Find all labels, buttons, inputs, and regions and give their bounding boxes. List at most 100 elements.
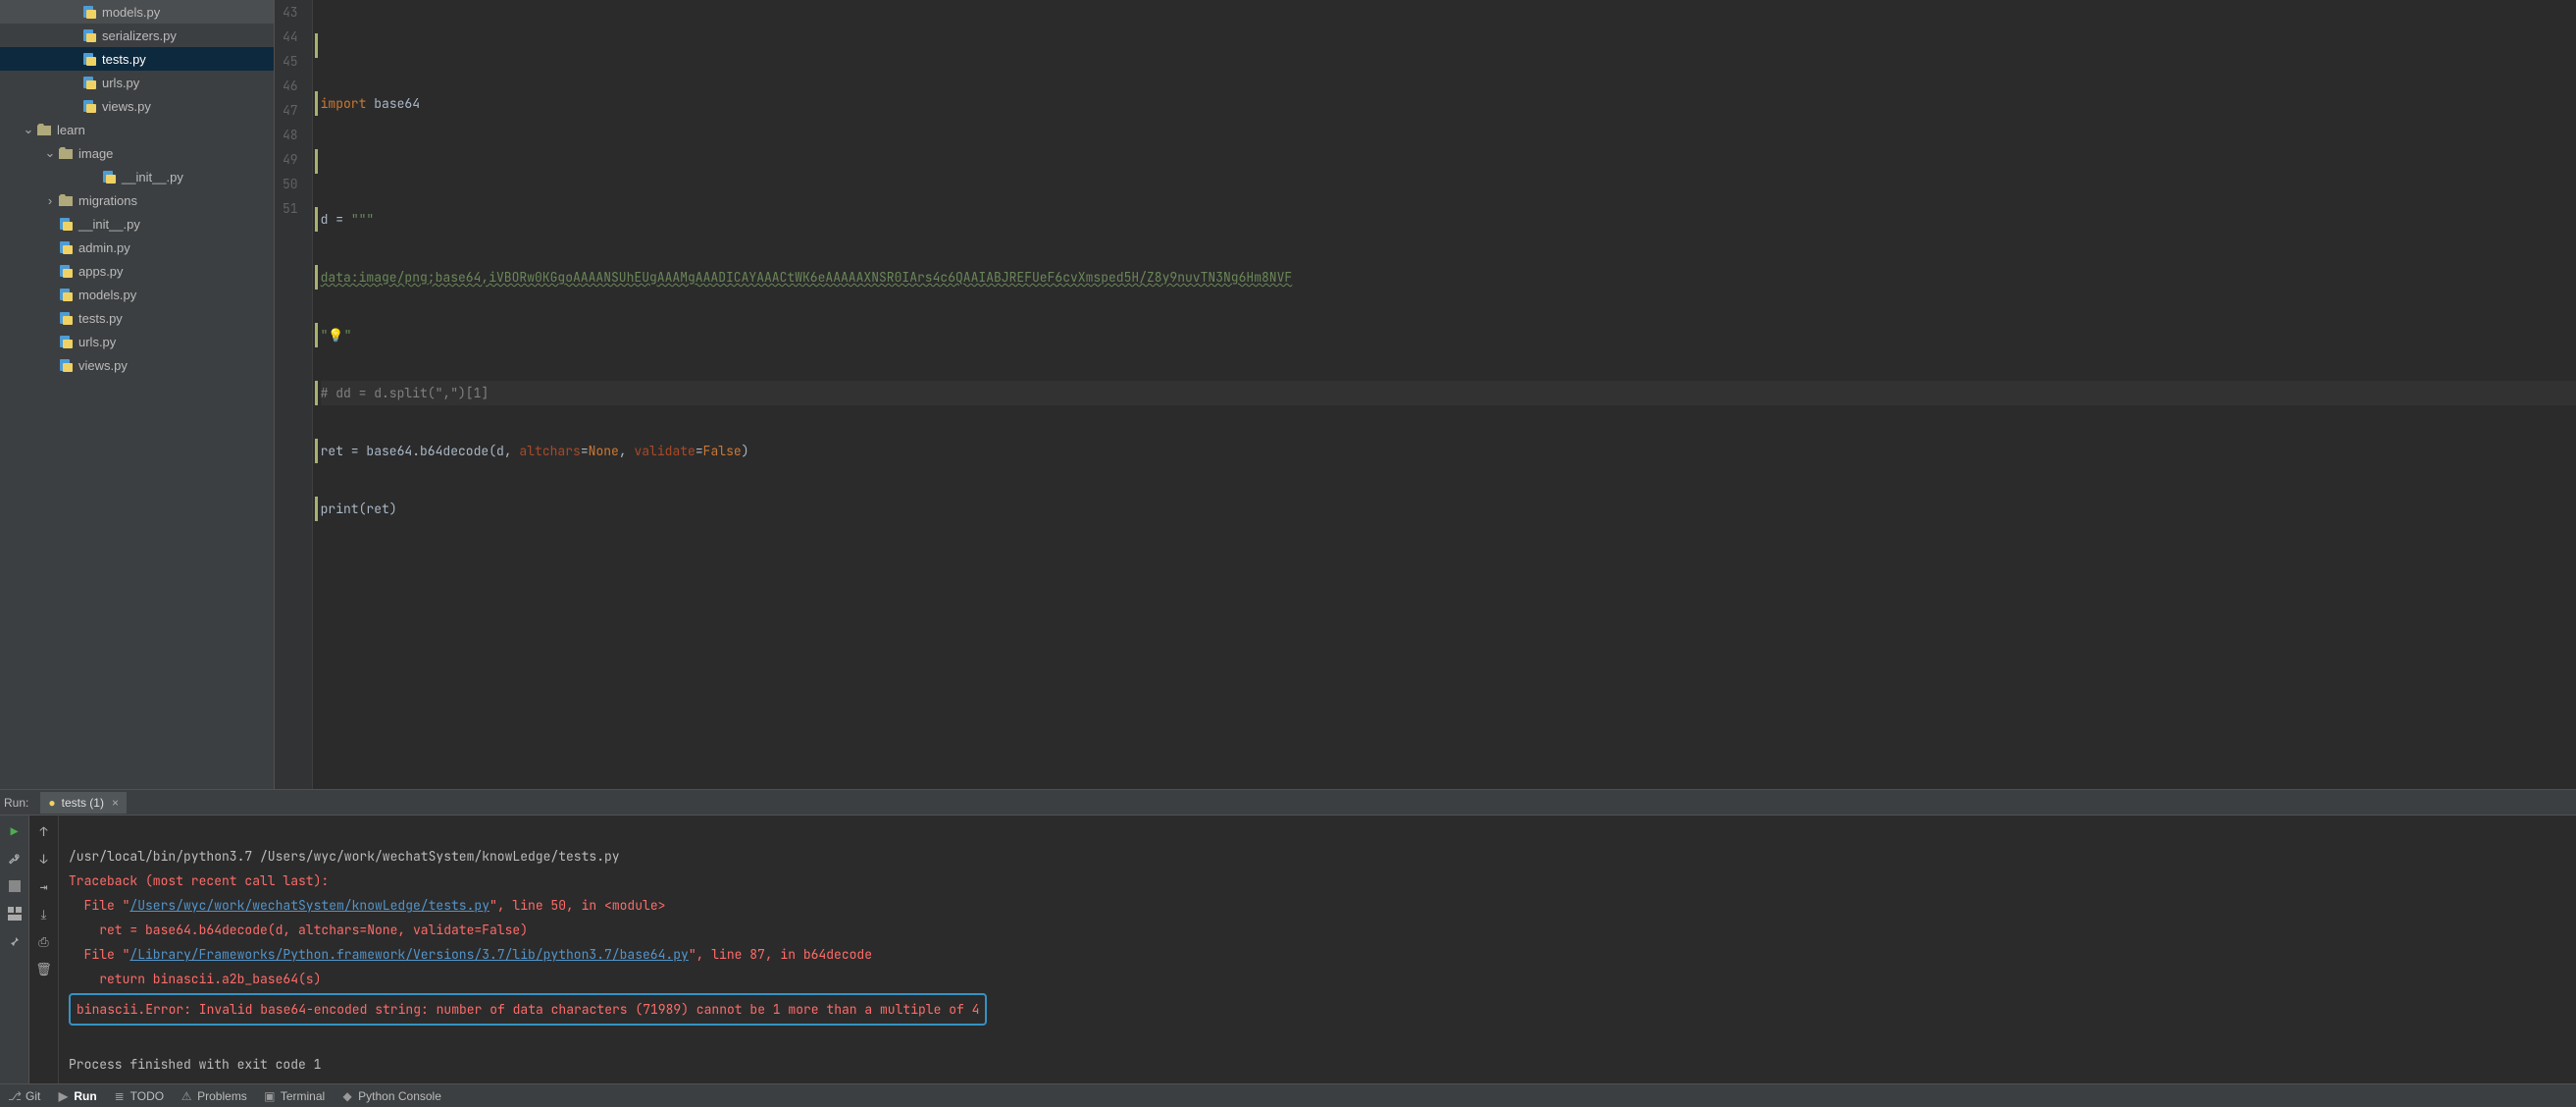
python-file-icon bbox=[57, 240, 75, 254]
list-icon: ≣ bbox=[113, 1089, 127, 1103]
tree-file[interactable]: views.py bbox=[0, 94, 274, 118]
main-split: models.py serializers.py tests.py urls.py vi… bbox=[0, 0, 2576, 789]
tree-folder[interactable]: ›migrations bbox=[0, 188, 274, 212]
tree-file[interactable]: tests.py bbox=[0, 306, 274, 330]
tree-file[interactable]: serializers.py bbox=[0, 24, 274, 47]
down-icon[interactable]: ↓ bbox=[34, 849, 54, 869]
tree-item-label: serializers.py bbox=[102, 28, 177, 43]
tree-item-label: __init__.py bbox=[78, 217, 140, 232]
terminal-tool-button[interactable]: ▣Terminal bbox=[263, 1089, 325, 1103]
line-number: 43 bbox=[283, 0, 298, 25]
tree-file[interactable]: models.py bbox=[0, 283, 274, 306]
python-file-icon bbox=[57, 335, 75, 348]
play-icon: ▶ bbox=[56, 1089, 70, 1103]
tree-file[interactable]: urls.py bbox=[0, 330, 274, 353]
tree-file[interactable]: models.py bbox=[0, 0, 274, 24]
tree-file[interactable]: apps.py bbox=[0, 259, 274, 283]
todo-tool-button[interactable]: ≣TODO bbox=[113, 1089, 164, 1103]
pin-icon[interactable] bbox=[5, 931, 25, 951]
layout-icon[interactable] bbox=[5, 904, 25, 923]
tree-file[interactable]: __init__.py bbox=[0, 165, 274, 188]
folder-icon bbox=[57, 194, 75, 206]
run-tab[interactable]: ● tests (1) × bbox=[40, 792, 127, 814]
code-line bbox=[321, 149, 2576, 174]
error-highlight: binascii.Error: Invalid base64-encoded s… bbox=[69, 993, 987, 1026]
code-editor[interactable]: 434445464748495051 import base64 d = """… bbox=[275, 0, 2576, 789]
run-tool-button[interactable]: ▶Run bbox=[56, 1089, 96, 1103]
tree-item-label: tests.py bbox=[102, 52, 146, 67]
line-number: 50 bbox=[283, 172, 298, 196]
tree-file[interactable]: tests.py bbox=[0, 47, 274, 71]
up-icon[interactable]: ↑ bbox=[34, 821, 54, 841]
stop-icon[interactable] bbox=[5, 876, 25, 896]
tree-item-label: admin.py bbox=[78, 240, 130, 255]
gutter: 434445464748495051 bbox=[275, 0, 313, 789]
python-file-icon bbox=[80, 28, 98, 42]
line-number: 45 bbox=[283, 49, 298, 74]
soft-wrap-icon[interactable]: ⇥ bbox=[34, 876, 54, 896]
console-line: File "/Library/Frameworks/Python.framewo… bbox=[69, 946, 872, 963]
wrench-icon[interactable] bbox=[5, 849, 25, 869]
python-console-tool-button[interactable]: ◆Python Console bbox=[340, 1089, 441, 1103]
git-branch-icon: ⎇ bbox=[8, 1089, 22, 1103]
python-file-icon bbox=[80, 52, 98, 66]
run-tabs-bar: Run: ● tests (1) × bbox=[0, 790, 2576, 816]
code-line: d = """ bbox=[321, 207, 2576, 232]
tree-item-label: __init__.py bbox=[122, 170, 183, 184]
close-icon[interactable]: × bbox=[112, 796, 119, 810]
intention-bulb-icon[interactable]: 💡 bbox=[328, 327, 343, 343]
tree-item-label: urls.py bbox=[102, 76, 139, 90]
terminal-icon: ▣ bbox=[263, 1089, 277, 1103]
project-tree[interactable]: models.py serializers.py tests.py urls.py vi… bbox=[0, 0, 275, 789]
ide-root: models.py serializers.py tests.py urls.py vi… bbox=[0, 0, 2576, 1107]
console-line: Process finished with exit code 1 bbox=[69, 1056, 321, 1073]
code-line: # dd = d.split(",")[1] bbox=[321, 381, 2576, 405]
problems-tool-button[interactable]: ⚠Problems bbox=[180, 1089, 247, 1103]
tree-item-label: learn bbox=[57, 123, 85, 137]
code-line bbox=[321, 33, 2576, 58]
tree-file[interactable]: views.py bbox=[0, 353, 274, 377]
trash-icon[interactable]: 🗑 bbox=[34, 959, 54, 978]
run-side-toolbar-1: ▶ bbox=[0, 816, 29, 1083]
python-file-icon bbox=[57, 358, 75, 372]
console-line: return binascii.a2b_base64(s) bbox=[69, 971, 321, 987]
python-file-icon bbox=[57, 264, 75, 278]
tree-file[interactable]: admin.py bbox=[0, 236, 274, 259]
file-link[interactable]: /Users/wyc/work/wechatSystem/knowLedge/t… bbox=[129, 897, 489, 914]
rerun-icon[interactable]: ▶ bbox=[5, 821, 25, 841]
code-line: data:image/png;base64,iVBORw0KGgoAAAANSU… bbox=[321, 265, 2576, 290]
chevron-icon[interactable]: ⌄ bbox=[43, 145, 57, 161]
tree-item-label: urls.py bbox=[78, 335, 116, 349]
run-panel-title: Run: bbox=[4, 796, 28, 810]
python-file-icon bbox=[80, 99, 98, 113]
line-number: 46 bbox=[283, 74, 298, 98]
file-link[interactable]: /Library/Frameworks/Python.framework/Ver… bbox=[129, 946, 688, 963]
status-bar: ⎇Git ▶Run ≣TODO ⚠Problems ▣Terminal ◆Pyt… bbox=[0, 1083, 2576, 1107]
tree-file[interactable]: urls.py bbox=[0, 71, 274, 94]
folder-icon bbox=[35, 124, 53, 135]
chevron-icon[interactable]: › bbox=[43, 193, 57, 208]
print-icon[interactable]: ⎙ bbox=[34, 931, 54, 951]
code-line: ret = base64.b64decode(d, altchars=None,… bbox=[321, 439, 2576, 463]
code-area[interactable]: import base64 d = """ data:image/png;bas… bbox=[313, 0, 2576, 789]
tree-folder[interactable]: ⌄ image bbox=[0, 141, 274, 165]
tree-item-label: models.py bbox=[78, 288, 136, 302]
line-number: 49 bbox=[283, 147, 298, 172]
run-tab-label: tests (1) bbox=[62, 796, 104, 810]
warning-icon: ⚠ bbox=[180, 1089, 193, 1103]
console-line: /usr/local/bin/python3.7 /Users/wyc/work… bbox=[69, 848, 620, 865]
run-tool-window: Run: ● tests (1) × ▶ bbox=[0, 789, 2576, 1083]
python-file-icon bbox=[80, 5, 98, 19]
code-line: import base64 bbox=[321, 91, 2576, 116]
tree-folder[interactable]: ⌄ learn bbox=[0, 118, 274, 141]
tree-item-label: models.py bbox=[102, 5, 160, 20]
scroll-to-end-icon[interactable]: ⤓ bbox=[34, 904, 54, 923]
chevron-icon[interactable]: ⌄ bbox=[22, 122, 35, 137]
tree-file[interactable]: __init__.py bbox=[0, 212, 274, 236]
git-tool-button[interactable]: ⎇Git bbox=[8, 1089, 40, 1103]
tree-item-label: image bbox=[78, 146, 113, 161]
console-output[interactable]: /usr/local/bin/python3.7 /Users/wyc/work… bbox=[59, 816, 2576, 1083]
console-line: Traceback (most recent call last): bbox=[69, 872, 329, 889]
python-file-icon bbox=[100, 170, 118, 184]
line-number: 51 bbox=[283, 196, 298, 221]
